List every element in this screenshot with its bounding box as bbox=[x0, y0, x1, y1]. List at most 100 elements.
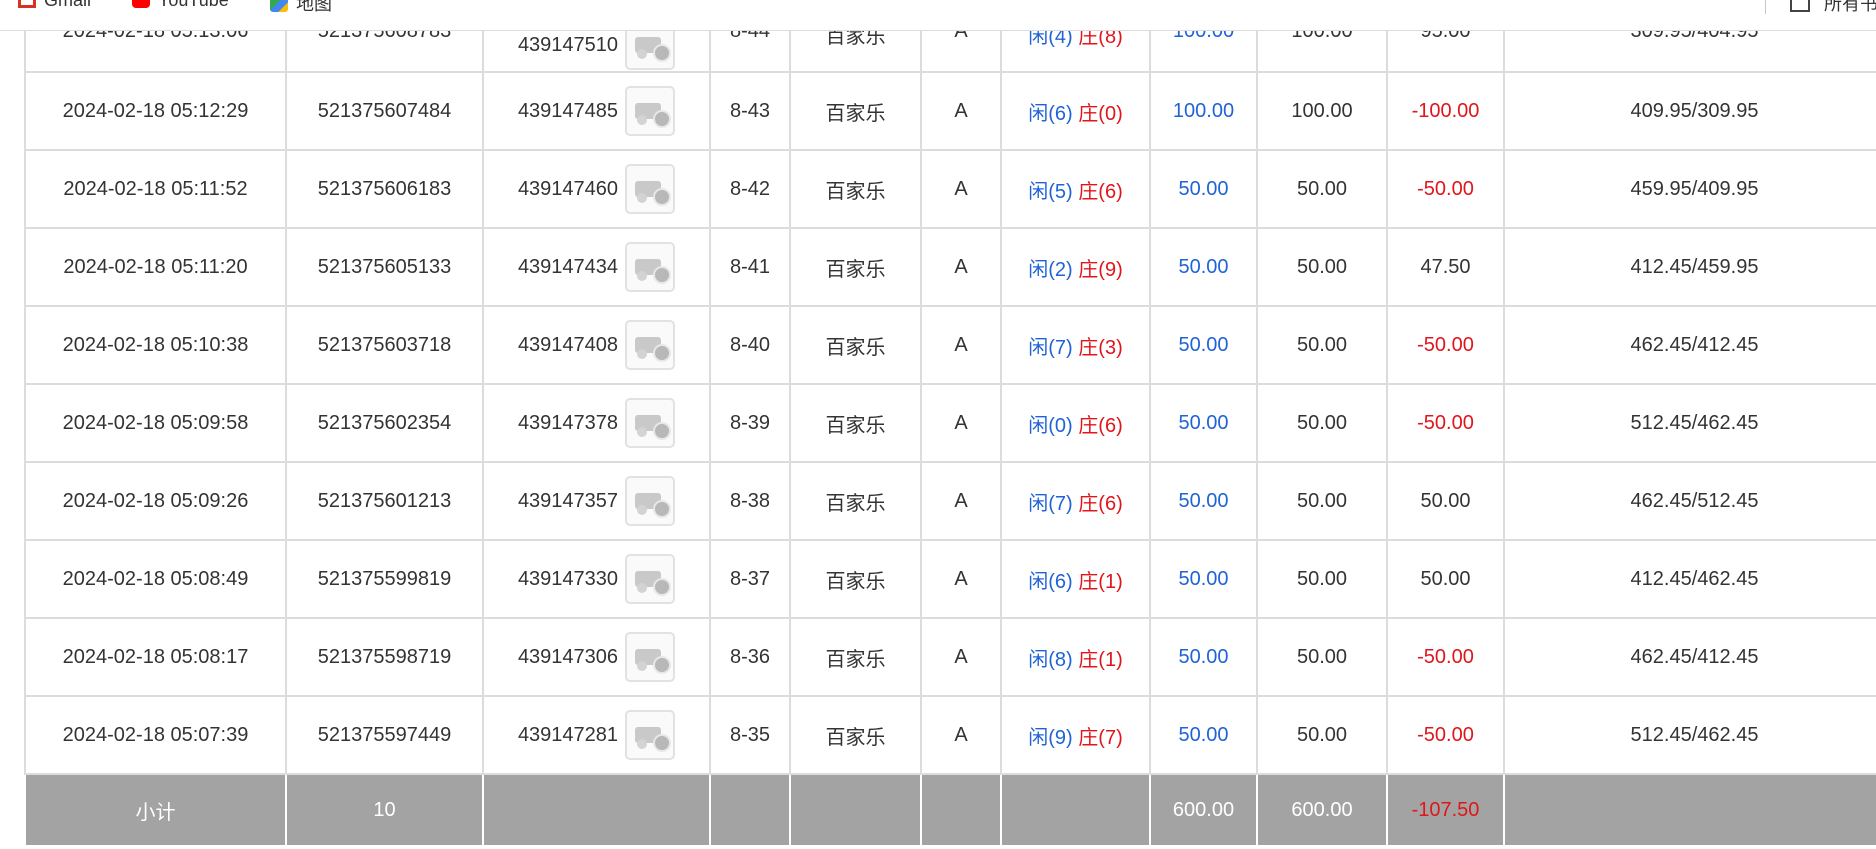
player-result: 闲(5) bbox=[1028, 180, 1073, 203]
table-row: 2024-02-18 05:08:49 521375599819 439147330… bbox=[24, 539, 1876, 619]
bet-time: 2024-02-18 05:09:58 bbox=[24, 383, 287, 463]
win-loss: 50.00 bbox=[1386, 539, 1505, 619]
bookmark-gmail[interactable]: Gmail bbox=[18, 0, 91, 11]
game-result: 闲(9) 庄(7) bbox=[1000, 695, 1151, 775]
bookmarks-bar: Gmail YouTube 地图 所有书 bbox=[0, 0, 1876, 31]
valid-bet: 50.00 bbox=[1256, 461, 1388, 541]
shoe-number: 8-38 bbox=[709, 461, 791, 541]
youtube-icon bbox=[132, 0, 150, 9]
shoe-number: 8-36 bbox=[709, 617, 791, 697]
valid-bet: 50.00 bbox=[1256, 617, 1388, 697]
shoe-number: 8-43 bbox=[709, 71, 791, 151]
win-loss: -50.00 bbox=[1386, 695, 1505, 775]
order-id: 521375599819 bbox=[285, 539, 484, 619]
banker-result: 庄(9) bbox=[1078, 258, 1123, 281]
subtotal-bet: 600.00 bbox=[1149, 773, 1258, 845]
bet-amount: 50.00 bbox=[1149, 305, 1258, 385]
subtotal-win-loss: -107.50 bbox=[1386, 773, 1505, 845]
win-loss: -50.00 bbox=[1386, 149, 1505, 229]
video-replay-icon[interactable] bbox=[625, 632, 676, 682]
subtotal-empty bbox=[789, 773, 922, 845]
bet-time: 2024-02-18 05:12:29 bbox=[24, 71, 287, 151]
banker-result: 庄(1) bbox=[1078, 570, 1123, 593]
bet-amount: 50.00 bbox=[1149, 461, 1258, 541]
table-row: 2024-02-18 05:09:26 521375601213 439147357… bbox=[24, 461, 1876, 541]
subtotal-empty bbox=[1503, 773, 1876, 845]
balance-change: 512.45/462.45 bbox=[1503, 383, 1876, 463]
balance-change: 459.95/409.95 bbox=[1503, 149, 1876, 229]
bet-time: 2024-02-18 05:08:17 bbox=[24, 617, 287, 697]
balance-change: 409.95/309.95 bbox=[1503, 71, 1876, 151]
table-row: 2024-02-18 05:08:17 521375598719 439147306… bbox=[24, 617, 1876, 697]
bet-amount: 50.00 bbox=[1149, 617, 1258, 697]
video-replay-icon[interactable] bbox=[625, 242, 676, 292]
round-id: 439147510 bbox=[517, 33, 619, 56]
round-cell: 439147330 bbox=[482, 539, 711, 619]
video-replay-icon[interactable] bbox=[625, 476, 676, 526]
maps-icon bbox=[270, 0, 288, 13]
shoe-number: 8-37 bbox=[709, 539, 791, 619]
table-row: 2024-02-18 05:07:39 521375597449 439147281… bbox=[24, 695, 1876, 775]
win-loss: -50.00 bbox=[1386, 617, 1505, 697]
bookmark-youtube[interactable]: YouTube bbox=[132, 0, 229, 11]
order-id: 521375605133 bbox=[285, 227, 484, 307]
round-id: 439147408 bbox=[517, 333, 619, 356]
bet-time: 2024-02-18 05:11:20 bbox=[24, 227, 287, 307]
game-result: 闲(0) 庄(6) bbox=[1000, 383, 1151, 463]
round-id: 439147281 bbox=[517, 723, 619, 746]
game-result: 闲(7) 庄(3) bbox=[1000, 305, 1151, 385]
table-row: 2024-02-18 05:11:52 521375606183 439147460… bbox=[24, 149, 1876, 229]
win-loss: -50.00 bbox=[1386, 305, 1505, 385]
player-result: 闲(6) bbox=[1028, 102, 1073, 125]
subtotal-count: 10 bbox=[285, 773, 484, 845]
balance-change: 462.45/412.45 bbox=[1503, 617, 1876, 697]
game-name: 百家乐 bbox=[789, 539, 922, 619]
video-replay-icon[interactable] bbox=[625, 398, 676, 448]
subtotal-empty bbox=[1000, 773, 1151, 845]
player-result: 闲(7) bbox=[1028, 336, 1073, 359]
all-bookmarks-button[interactable]: 所有书 bbox=[1790, 0, 1876, 16]
banker-result: 庄(0) bbox=[1078, 102, 1123, 125]
order-id: 521375607484 bbox=[285, 71, 484, 151]
table-row: 2024-02-18 05:10:38 521375603718 439147408… bbox=[24, 305, 1876, 385]
table-body: 2024-02-18 05:13:06 521375608783 439147510… bbox=[24, 0, 1876, 775]
subtotal-label: 小计 bbox=[24, 773, 287, 845]
round-id: 439147306 bbox=[517, 645, 619, 668]
player-result: 闲(7) bbox=[1028, 492, 1073, 515]
bet-time: 2024-02-18 05:08:49 bbox=[24, 539, 287, 619]
table-name: A bbox=[920, 149, 1002, 229]
video-replay-icon[interactable] bbox=[625, 710, 676, 760]
banker-result: 庄(7) bbox=[1078, 726, 1123, 749]
video-replay-icon[interactable] bbox=[625, 554, 676, 604]
subtotal-row: 小计 10 600.00 600.00 -107.50 bbox=[24, 773, 1876, 845]
game-result: 闲(2) 庄(9) bbox=[1000, 227, 1151, 307]
game-result: 闲(8) 庄(1) bbox=[1000, 617, 1151, 697]
player-result: 闲(2) bbox=[1028, 258, 1073, 281]
subtotal-empty bbox=[920, 773, 1002, 845]
game-result: 闲(7) 庄(6) bbox=[1000, 461, 1151, 541]
table-name: A bbox=[920, 461, 1002, 541]
order-id: 521375597449 bbox=[285, 695, 484, 775]
banker-result: 庄(1) bbox=[1078, 648, 1123, 671]
balance-change: 412.45/459.95 bbox=[1503, 227, 1876, 307]
bookmark-maps[interactable]: 地图 bbox=[270, 0, 332, 16]
player-result: 闲(6) bbox=[1028, 570, 1073, 593]
game-name: 百家乐 bbox=[789, 227, 922, 307]
valid-bet: 50.00 bbox=[1256, 539, 1388, 619]
video-replay-icon[interactable] bbox=[625, 164, 676, 214]
bet-amount: 50.00 bbox=[1149, 695, 1258, 775]
round-id: 439147357 bbox=[517, 489, 619, 512]
balance-change: 462.45/412.45 bbox=[1503, 305, 1876, 385]
round-cell: 439147306 bbox=[482, 617, 711, 697]
table-row: 2024-02-18 05:09:58 521375602354 439147378… bbox=[24, 383, 1876, 463]
valid-bet: 50.00 bbox=[1256, 695, 1388, 775]
valid-bet: 50.00 bbox=[1256, 383, 1388, 463]
video-replay-icon[interactable] bbox=[625, 320, 676, 370]
video-replay-icon[interactable] bbox=[625, 86, 676, 136]
game-result: 闲(5) 庄(6) bbox=[1000, 149, 1151, 229]
win-loss: 50.00 bbox=[1386, 461, 1505, 541]
order-id: 521375606183 bbox=[285, 149, 484, 229]
all-bookmarks-label: 所有书 bbox=[1824, 0, 1876, 14]
table-name: A bbox=[920, 305, 1002, 385]
round-cell: 439147378 bbox=[482, 383, 711, 463]
